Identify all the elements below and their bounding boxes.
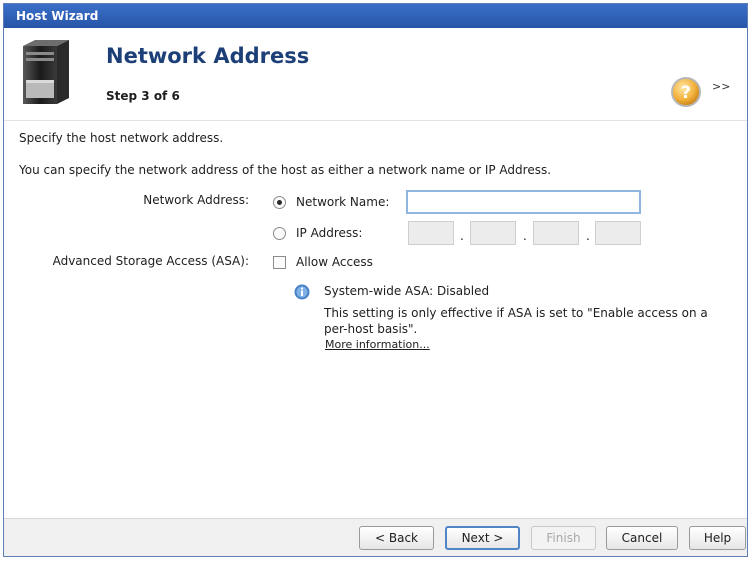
- network-name-label: Network Name:: [296, 195, 390, 209]
- ip-octet-4[interactable]: [595, 221, 641, 245]
- ip-octet-1[interactable]: [408, 221, 454, 245]
- help-button[interactable]: Help: [689, 526, 746, 550]
- allow-access-checkbox[interactable]: [273, 256, 286, 269]
- allow-access-label: Allow Access: [296, 255, 373, 269]
- finish-button[interactable]: Finish: [531, 526, 596, 550]
- page-title: Network Address: [106, 44, 310, 68]
- ip-octet-2[interactable]: [470, 221, 516, 245]
- server-tower-icon: [23, 40, 69, 104]
- window-titlebar: Host Wizard: [4, 4, 747, 28]
- ip-address-label: IP Address:: [296, 226, 363, 240]
- description-text: You can specify the network address of t…: [19, 163, 552, 177]
- question-circle-icon[interactable]: ?: [670, 76, 702, 108]
- info-icon: [294, 284, 310, 300]
- next-button[interactable]: Next >: [445, 526, 520, 550]
- cancel-button[interactable]: Cancel: [606, 526, 678, 550]
- ip-octet-3[interactable]: [533, 221, 579, 245]
- wizard-content: Specify the host network address. You ca…: [4, 121, 747, 521]
- ip-separator: .: [523, 229, 527, 243]
- asa-label: Advanced Storage Access (ASA):: [52, 254, 249, 268]
- more-information-link[interactable]: More information...: [325, 338, 430, 351]
- network-name-input[interactable]: [406, 190, 641, 214]
- expand-toggle[interactable]: >>: [712, 80, 730, 93]
- asa-note-text: This setting is only effective if ASA is…: [324, 306, 708, 336]
- svg-text:?: ?: [681, 83, 691, 103]
- network-address-label: Network Address:: [143, 193, 249, 207]
- network-name-radio[interactable]: [273, 196, 286, 209]
- intro-text: Specify the host network address.: [19, 131, 224, 145]
- wizard-footer: < Back Next > Finish Cancel Help: [4, 518, 747, 556]
- ip-separator: .: [460, 229, 464, 243]
- ip-address-radio[interactable]: [273, 227, 286, 240]
- asa-status-text: System-wide ASA: Disabled: [324, 284, 490, 298]
- step-indicator: Step 3 of 6: [106, 89, 180, 103]
- wizard-header: Network Address Step 3 of 6 ? >>: [4, 28, 747, 121]
- back-button[interactable]: < Back: [359, 526, 434, 550]
- host-wizard-dialog: Host Wizard Network Address Step 3 of 6: [3, 3, 748, 557]
- ip-separator: .: [586, 229, 590, 243]
- window-title: Host Wizard: [16, 9, 99, 23]
